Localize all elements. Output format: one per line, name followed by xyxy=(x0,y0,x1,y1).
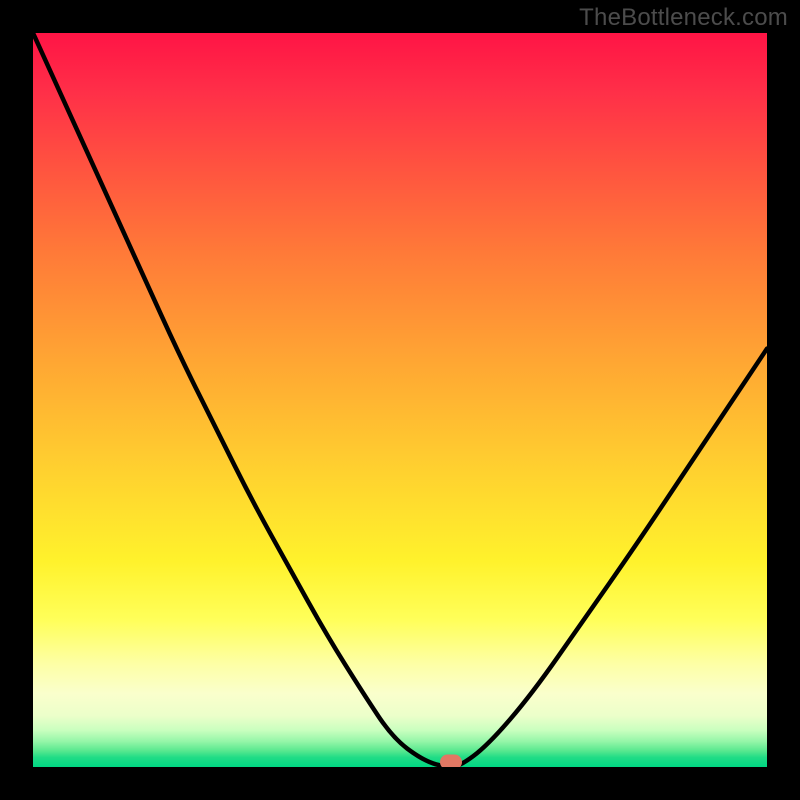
bottleneck-curve xyxy=(33,33,767,767)
chart-frame: TheBottleneck.com xyxy=(0,0,800,800)
plot-area xyxy=(33,33,767,767)
watermark-text: TheBottleneck.com xyxy=(579,4,788,32)
optimal-marker xyxy=(440,755,462,768)
